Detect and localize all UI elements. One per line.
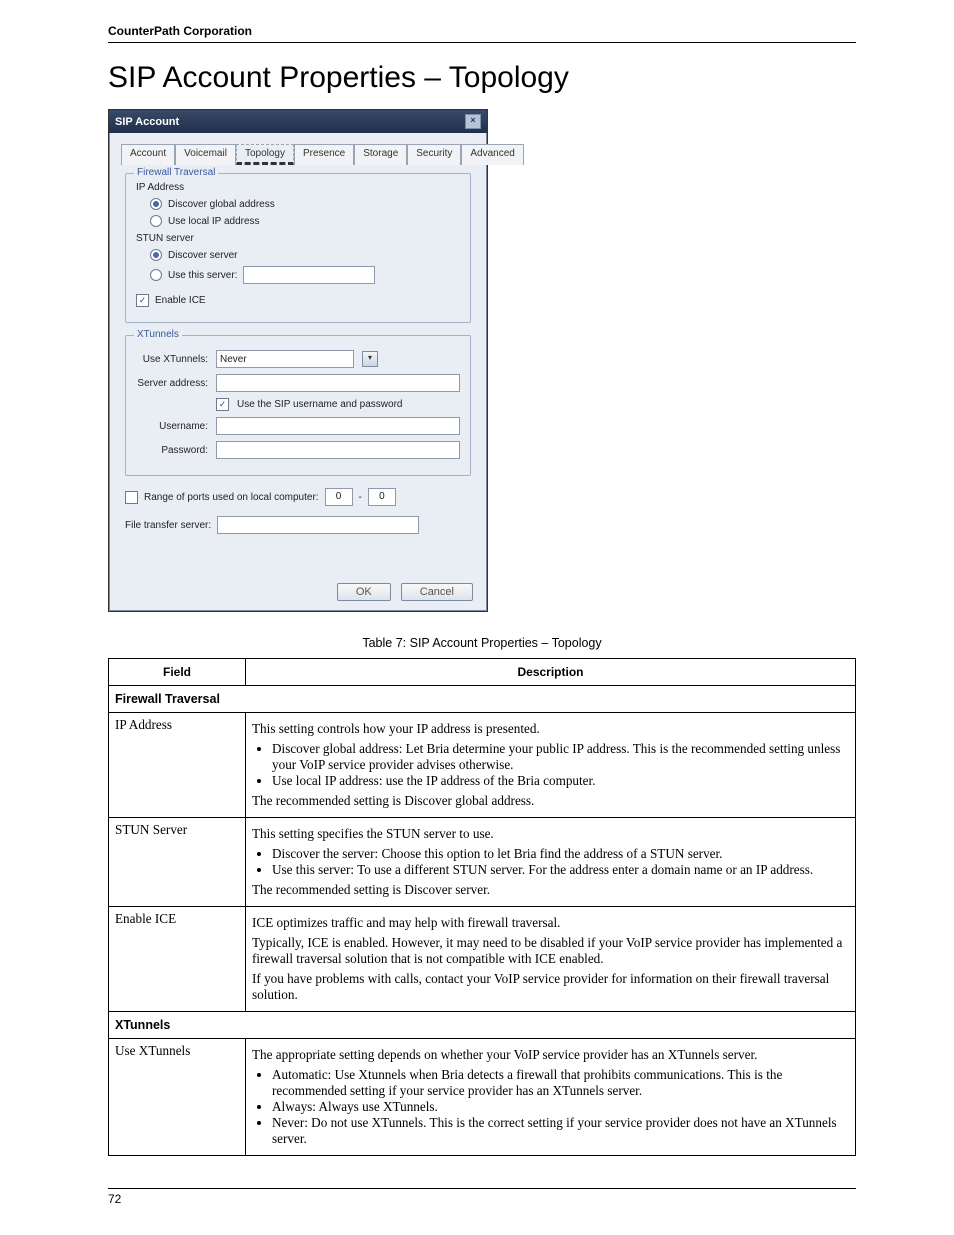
checkbox-enable-ice-label: Enable ICE [155,295,206,306]
table-row: Use XTunnels The appropriate setting dep… [109,1039,856,1156]
checkbox-use-sip-cred-label: Use the SIP username and password [237,399,402,410]
radio-use-local-label: Use local IP address [168,216,260,227]
server-address-input[interactable] [216,374,460,392]
stun-server-label: STUN server [136,233,460,244]
table-row: STUN Server This setting specifies the S… [109,818,856,907]
file-transfer-input[interactable] [217,516,419,534]
table-row: IP Address This setting controls how you… [109,713,856,818]
radio-discover-global[interactable] [150,198,162,210]
chevron-down-icon[interactable]: ▾ [362,351,378,367]
port-range-dash: - [359,492,362,503]
ip-address-label: IP Address [136,182,460,193]
port-to-input[interactable]: 0 [368,488,396,506]
ok-button[interactable]: OK [337,583,391,601]
sip-account-dialog: SIP Account × Account Voicemail Topology… [108,109,488,612]
cell-field: Enable ICE [109,907,246,1012]
checkbox-use-sip-cred[interactable]: ✓ [216,398,229,411]
radio-discover-server[interactable] [150,249,162,261]
th-description: Description [246,659,856,686]
tab-topology[interactable]: Topology [236,144,294,165]
server-address-label: Server address: [136,378,208,389]
cell-field: IP Address [109,713,246,818]
section-xtunnels: XTunnels [109,1012,856,1039]
section-firewall: Firewall Traversal [109,686,856,713]
username-label: Username: [136,421,208,432]
tab-storage[interactable]: Storage [354,144,407,165]
table-caption: Table 7: SIP Account Properties – Topolo… [108,636,856,650]
port-from-input[interactable]: 0 [325,488,353,506]
groupbox-xtunnels-title: XTunnels [134,329,182,340]
dialog-title: SIP Account [115,116,179,128]
tab-advanced[interactable]: Advanced [461,144,523,165]
page-number: 72 [108,1188,856,1206]
radio-use-this-server-label: Use this server: [168,270,237,281]
groupbox-firewall-title: Firewall Traversal [134,167,218,178]
properties-table: Field Description Firewall Traversal IP … [108,658,856,1156]
port-range-label: Range of ports used on local computer: [144,492,319,503]
use-xtunnels-value: Never [220,354,247,365]
cell-desc: The appropriate setting depends on wheth… [246,1039,856,1156]
tab-voicemail[interactable]: Voicemail [175,144,236,165]
cell-field: Use XTunnels [109,1039,246,1156]
close-icon[interactable]: × [465,114,481,129]
table-row: Enable ICE ICE optimizes traffic and may… [109,907,856,1012]
stun-server-input[interactable] [243,266,375,284]
radio-use-local[interactable] [150,215,162,227]
tab-presence[interactable]: Presence [294,144,354,165]
radio-use-this-server[interactable] [150,269,162,281]
file-transfer-label: File transfer server: [125,520,211,531]
password-input[interactable] [216,441,460,459]
username-input[interactable] [216,417,460,435]
cell-field: STUN Server [109,818,246,907]
use-xtunnels-label: Use XTunnels: [136,354,208,365]
cell-desc: ICE optimizes traffic and may help with … [246,907,856,1012]
page-title: SIP Account Properties – Topology [108,61,856,95]
radio-discover-global-label: Discover global address [168,199,275,210]
password-label: Password: [136,445,208,456]
cell-desc: This setting controls how your IP addres… [246,713,856,818]
th-field: Field [109,659,246,686]
page-header: CounterPath Corporation [108,24,856,43]
cell-desc: This setting specifies the STUN server t… [246,818,856,907]
tab-account[interactable]: Account [121,144,175,165]
checkbox-enable-ice[interactable]: ✓ [136,294,149,307]
radio-discover-server-label: Discover server [168,250,237,261]
tab-security[interactable]: Security [407,144,461,165]
cancel-button[interactable]: Cancel [401,583,473,601]
checkbox-port-range[interactable]: ✓ [125,491,138,504]
use-xtunnels-dropdown[interactable]: Never [216,350,354,368]
